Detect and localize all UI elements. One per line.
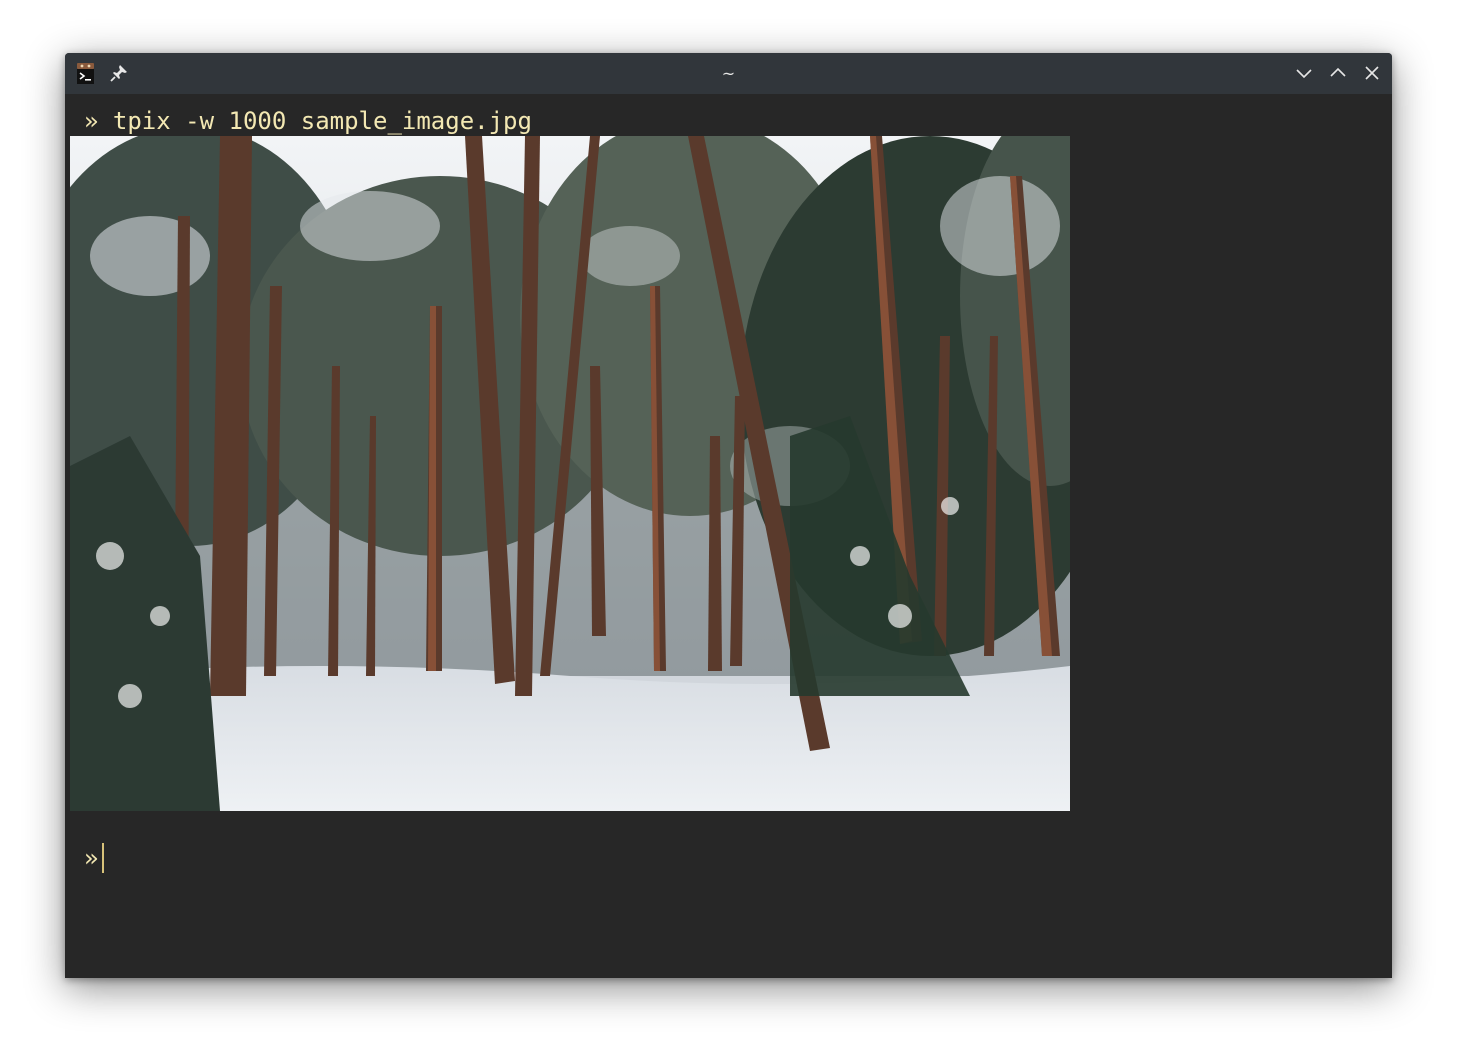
close-icon	[1365, 66, 1379, 80]
chevron-down-icon	[1296, 69, 1312, 79]
command-line: » tpix -w 1000 sample_image.jpg	[84, 106, 532, 136]
close-button[interactable]	[1362, 63, 1382, 83]
minimize-button[interactable]	[1294, 63, 1314, 83]
terminal-output[interactable]: » tpix -w 1000 sample_image.jpg »	[65, 94, 1392, 978]
prompt-symbol: »	[84, 107, 99, 135]
command-text: tpix -w 1000 sample_image.jpg	[112, 107, 532, 135]
title-bar[interactable]: ~	[65, 53, 1392, 94]
rendered-image	[70, 136, 1070, 811]
terminal-app-icon[interactable]	[76, 62, 95, 85]
pin-icon[interactable]	[110, 64, 128, 82]
chevron-up-icon	[1330, 67, 1346, 77]
maximize-button[interactable]	[1328, 63, 1348, 83]
text-cursor	[102, 843, 105, 873]
terminal-window: ~ » tpix -w 1000 sample_image.jpg »	[65, 53, 1392, 978]
window-title: ~	[721, 64, 736, 83]
input-line[interactable]: »	[84, 843, 105, 873]
prompt-symbol: »	[84, 844, 99, 872]
